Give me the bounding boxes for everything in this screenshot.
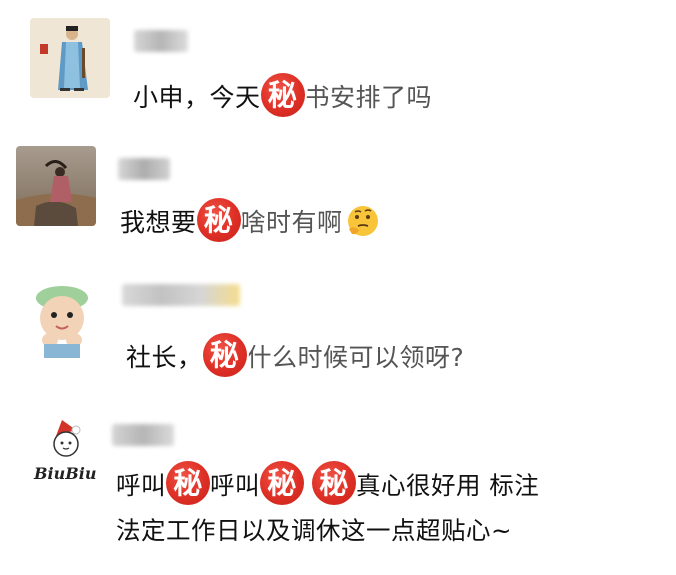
sender-avatar-1[interactable] <box>30 18 110 98</box>
message-text-2-after: 啥时有啊 <box>240 208 343 237</box>
seal-stamp-icon: 秘 <box>166 461 210 505</box>
seal-stamp-icon: 秘 <box>260 73 305 117</box>
ancient-robed-figure-avatar <box>30 18 110 98</box>
chat-message-3: 社长，秘什么时候可以领呀? <box>0 260 676 400</box>
baby-face-avatar <box>22 278 102 358</box>
message-text-3: 社长，秘什么时候可以领呀? <box>126 333 465 378</box>
message-text-2-before: 我想要 <box>120 208 197 237</box>
sender-name-1 <box>134 30 188 52</box>
sender-avatar-3[interactable] <box>22 278 102 358</box>
sender-name-2 <box>118 158 170 180</box>
sender-name-3 <box>122 284 240 306</box>
sender-avatar-2[interactable] <box>16 146 96 226</box>
seal-stamp-icon: 秘 <box>312 461 356 505</box>
message-text-1-before: 小申，今天 <box>133 83 261 112</box>
chat-screen: { "messages": [ { "avatar": "ancient-rob… <box>0 0 676 575</box>
message-text-3-before: 社长， <box>126 343 203 372</box>
chat-message-1: 小申，今天秘书安排了吗 <box>0 0 676 130</box>
message-text-4-line-1: 呼叫秘呼叫秘秘真心很好用 标注 <box>116 461 540 506</box>
seal-stamp-icon: 秘 <box>260 461 304 505</box>
line-2: 法定工作日以及调休这一点超贴心~ <box>116 516 513 545</box>
desert-woman-avatar <box>16 146 96 226</box>
thinking-face-emoji-icon <box>347 206 378 236</box>
line-1-seg-1: 呼叫 <box>116 471 166 500</box>
chat-message-2: 我想要秘啥时有啊 <box>0 130 676 260</box>
message-text-1-after: 书安排了吗 <box>304 83 433 112</box>
line-1-seg-2: 呼叫 <box>210 471 260 500</box>
message-text-2: 我想要秘啥时有啊 <box>120 198 381 243</box>
seal-stamp-icon: 秘 <box>202 333 247 377</box>
biubiu-logo-text: BiuBiu <box>34 464 97 483</box>
sender-name-4 <box>112 424 174 446</box>
chat-message-4: BiuBiu 呼叫秘呼叫秘秘真心很好用 标注 法定工作日以及调休这一点超贴心~ <box>0 400 676 575</box>
message-text-3-after: 什么时候可以领呀? <box>246 343 465 372</box>
sender-avatar-4[interactable]: BiuBiu <box>28 414 108 494</box>
seal-stamp-icon: 秘 <box>196 198 241 242</box>
message-text-1: 小申，今天秘书安排了吗 <box>133 73 433 118</box>
message-text-4-line-2: 法定工作日以及调休这一点超贴心~ <box>116 511 512 551</box>
line-1-seg-4: 真心很好用 标注 <box>356 471 540 500</box>
